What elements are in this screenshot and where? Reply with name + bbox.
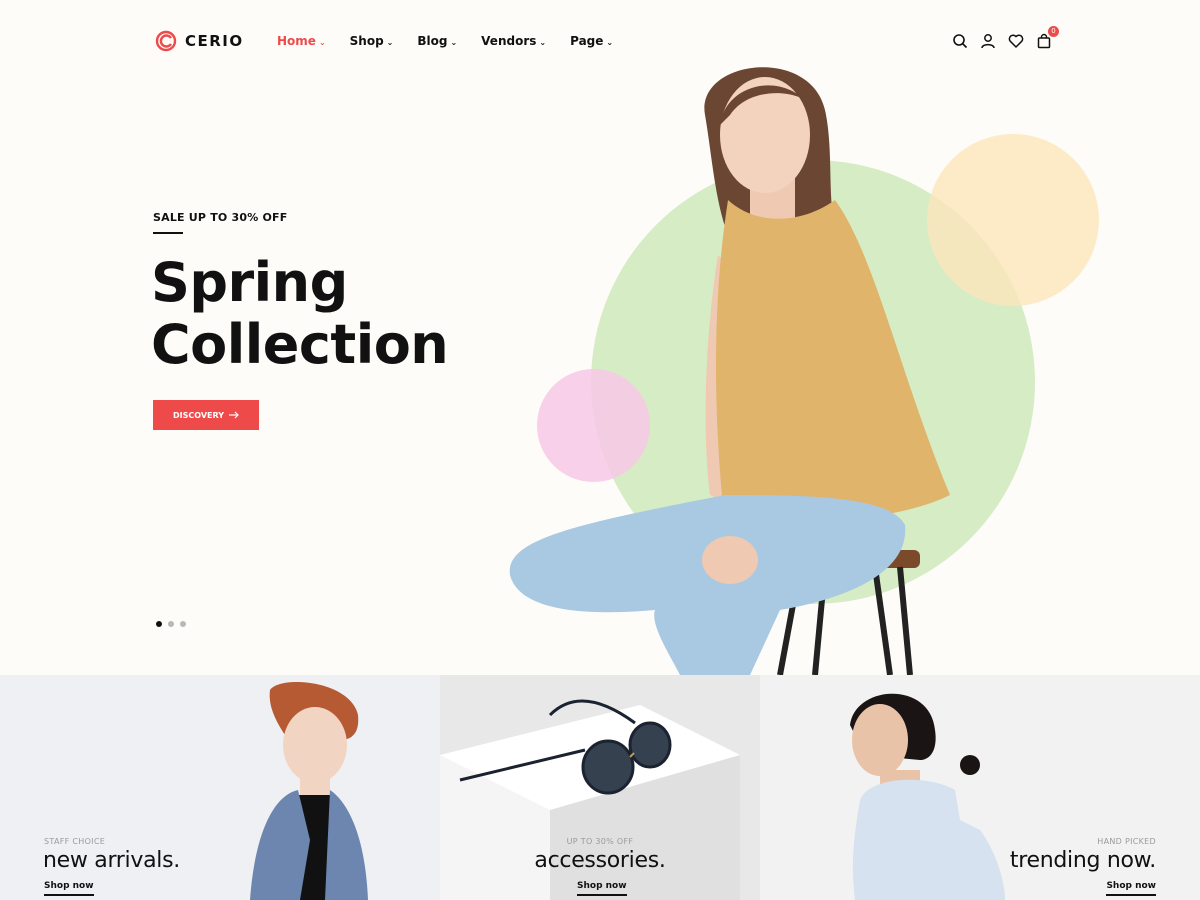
shop-now-link[interactable]: Shop now <box>577 881 627 896</box>
nav-item-page[interactable]: Page ⌄ <box>570 34 613 48</box>
logo-text: CERIO <box>185 32 244 50</box>
nav-item-shop[interactable]: Shop ⌄ <box>350 34 394 48</box>
shopping-bag-icon[interactable]: 0 <box>1036 26 1059 49</box>
slide-dot-1[interactable] <box>156 621 162 627</box>
banner-subtitle: STAFF CHOICE <box>44 837 106 846</box>
banner-subtitle: HAND PICKED <box>1097 837 1156 846</box>
hero-title-line: Spring <box>151 251 348 314</box>
chevron-down-icon: ⌄ <box>386 37 394 47</box>
banner-subtitle: UP TO 30% OFF <box>566 837 634 846</box>
nav-item-label: Blog <box>417 34 448 48</box>
nav-item-home[interactable]: Home ⌄ <box>277 34 326 48</box>
arrow-right-icon <box>229 411 239 419</box>
banner-model-image <box>850 693 1005 900</box>
logo-icon <box>155 30 177 52</box>
chevron-down-icon: ⌄ <box>450 37 458 47</box>
discovery-button[interactable]: DISCOVERY <box>153 400 259 430</box>
hero-sale-tag: SALE UP TO 30% OFF <box>153 211 288 224</box>
discovery-button-label: DISCOVERY <box>172 410 224 420</box>
nav-item-blog[interactable]: Blog ⌄ <box>417 34 457 48</box>
nav-item-label: Vendors <box>481 34 537 48</box>
banner-accessories[interactable]: UP TO 30% OFF accessories. Shop now <box>440 675 760 900</box>
nav-item-label: Home <box>277 34 316 48</box>
nav-item-vendors[interactable]: Vendors ⌄ <box>481 34 546 48</box>
banner-trending-now[interactable]: HAND PICKED trending now. Shop now <box>760 675 1200 900</box>
banner-title: new arrivals. <box>43 848 180 873</box>
slider-pagination <box>156 621 186 627</box>
banner-model-image <box>250 682 368 900</box>
shop-now-link[interactable]: Shop now <box>1106 881 1156 896</box>
main-nav: Home ⌄ Shop ⌄ Blog ⌄ Vendors ⌄ Page ⌄ <box>277 34 613 48</box>
hero-divider <box>153 232 183 234</box>
banner-new-arrivals[interactable]: STAFF CHOICE new arrivals. Shop now <box>0 675 440 900</box>
hero-title-line: Collection <box>151 313 449 376</box>
decor-circle-pink <box>537 369 650 482</box>
search-icon[interactable] <box>952 33 968 49</box>
chevron-down-icon: ⌄ <box>539 37 547 47</box>
banner-title: trending now. <box>1009 848 1156 873</box>
chevron-down-icon: ⌄ <box>606 37 614 47</box>
nav-item-label: Shop <box>349 34 384 48</box>
user-icon[interactable] <box>980 33 996 49</box>
slide-dot-2[interactable] <box>168 621 174 627</box>
chevron-down-icon: ⌄ <box>318 37 326 47</box>
cart-count-badge: 0 <box>1048 26 1059 37</box>
shop-now-link[interactable]: Shop now <box>44 881 94 896</box>
logo[interactable]: CERIO <box>155 30 244 52</box>
hero-title: Spring Collection <box>151 251 449 376</box>
nav-item-label: Page <box>570 34 604 48</box>
category-banners: STAFF CHOICE new arrivals. Shop now UP T… <box>0 675 1200 900</box>
hero-model-image <box>509 67 950 675</box>
header-actions: 0 <box>952 26 1059 49</box>
banner-title: accessories. <box>534 848 666 873</box>
slide-dot-3[interactable] <box>180 621 186 627</box>
heart-icon[interactable] <box>1008 33 1024 49</box>
